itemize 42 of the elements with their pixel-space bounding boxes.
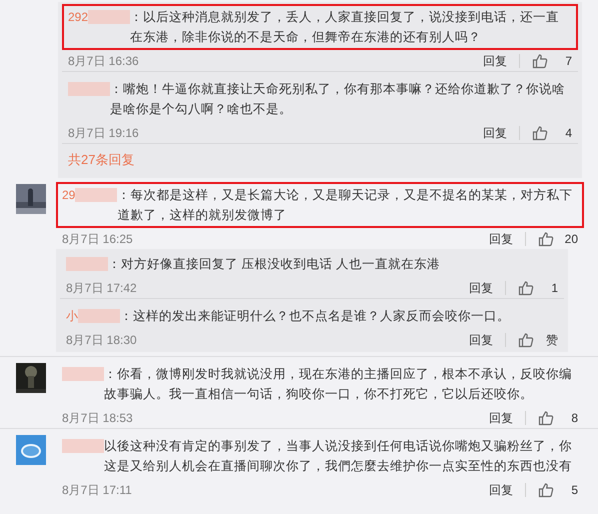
comment-date: 8月7日 16:25 xyxy=(62,230,133,248)
thumbs-up-icon xyxy=(538,230,554,246)
comment-date: 8月7日 16:36 xyxy=(68,52,139,70)
blurred-name xyxy=(68,82,110,96)
reply-link[interactable]: 回复 xyxy=(489,408,513,426)
comment-date: 8月7日 17:42 xyxy=(66,280,137,296)
comment-date: 8月7日 19:16 xyxy=(68,124,139,142)
comment-text: 以後这种没有肯定的事别发了，当事人说没接到任何电话说你嘴炮又骗粉丝了，你这是又给别人机会在直播间聊次你了，我們怎麼去维护你一点实至性的东西也没有 xyxy=(104,438,573,475)
thumbs-up-icon xyxy=(532,52,548,68)
thumbs-up-icon xyxy=(532,124,548,140)
comment-text: ：每次都是这样，又是长篇大论，又是聊天记录，又是不提名的某某，对方私下道歉了，这样的就别发微博了 xyxy=(117,187,574,224)
reply-link[interactable]: 回复 xyxy=(469,278,493,296)
comment-text: ：嘴炮！牛逼你就直接让天命死别私了，你有那本事嘛？还给你道歉了？你说啥是啥你是个勾八啊？啥也不是。 xyxy=(110,81,566,118)
reply-link[interactable]: 回复 xyxy=(469,330,493,348)
comment-text: ：这样的发出来能证明什么？也不点名是谁？人家反而会咬你一口。 xyxy=(120,308,510,325)
blurred-name xyxy=(75,188,118,202)
like-count[interactable]: 20 xyxy=(562,230,578,248)
comment-text: ：你看，微博刚发时我就说没用，现在东港的主播回应了，根本不承认，反咬你编故事骗人。我一直相信一句话，狗咬你一口，你不打死它，它以后还咬你。 xyxy=(104,366,573,403)
like-count[interactable]: 4 xyxy=(556,124,572,142)
thumbs-up-icon xyxy=(518,280,534,296)
thumbs-up-icon xyxy=(518,332,534,348)
like-count[interactable]: 赞 xyxy=(542,330,558,348)
comment-date: 8月7日 18:30 xyxy=(66,332,137,348)
reply-link[interactable]: 回复 xyxy=(489,230,513,248)
reply-link[interactable]: 回复 xyxy=(483,124,507,142)
blurred-name xyxy=(62,367,104,381)
reply-link[interactable]: 回复 xyxy=(489,480,513,498)
blurred-name xyxy=(88,10,130,24)
thumbs-up-icon xyxy=(538,410,554,426)
blurred-name xyxy=(62,439,104,453)
comment-text: ：对方好像直接回复了 压根没收到电话 人也一直就在东港 xyxy=(108,256,440,273)
comment-text: ：以后这种消息就别发了，丢人，人家直接回复了，说没接到电话，还一直在东港，除非你说的不是天命，但舞帝在东港的还有别人吗？ xyxy=(130,9,560,46)
like-count[interactable]: 7 xyxy=(556,52,572,70)
like-count[interactable]: 5 xyxy=(562,480,578,498)
blurred-name xyxy=(66,257,108,271)
comment-date: 8月7日 18:53 xyxy=(62,410,133,426)
thumbs-up-icon xyxy=(538,482,554,498)
like-count[interactable]: 1 xyxy=(542,278,558,296)
like-count[interactable]: 8 xyxy=(562,408,578,426)
reply-link[interactable]: 回复 xyxy=(483,52,507,70)
blurred-name xyxy=(78,309,120,323)
comment-date: 8月7日 17:11 xyxy=(62,482,132,498)
